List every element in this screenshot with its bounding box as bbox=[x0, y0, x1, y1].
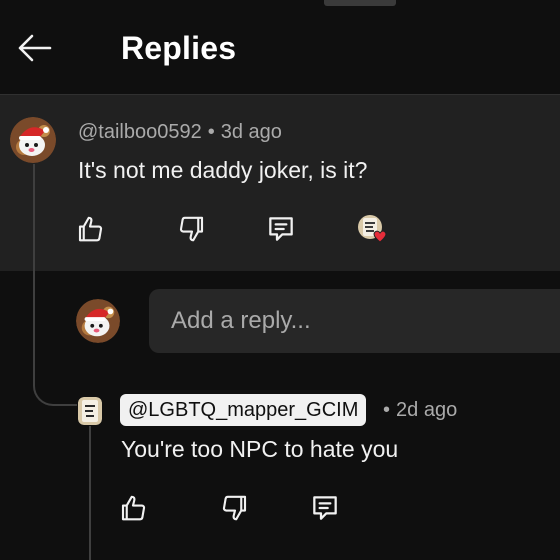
reply-button[interactable] bbox=[261, 209, 301, 249]
comment-text: It's not me daddy joker, is it? bbox=[78, 157, 368, 183]
reply-avatar[interactable] bbox=[78, 397, 102, 425]
reply-meta: • 2d ago bbox=[383, 399, 458, 421]
back-arrow-icon bbox=[18, 34, 52, 62]
like-icon bbox=[121, 495, 146, 521]
dislike-button[interactable] bbox=[172, 209, 212, 249]
reply-icon bbox=[269, 217, 293, 241]
thread-line bbox=[33, 164, 35, 370]
creator-heart[interactable] bbox=[352, 209, 392, 249]
like-button[interactable] bbox=[70, 209, 110, 249]
reply-text: You're too NPC to hate you bbox=[121, 436, 399, 462]
thread-line bbox=[89, 426, 91, 560]
dislike-icon bbox=[222, 495, 247, 521]
current-user-avatar bbox=[76, 299, 120, 343]
like-icon bbox=[78, 216, 103, 242]
reply-input[interactable] bbox=[171, 307, 551, 335]
page-title: Replies bbox=[121, 30, 237, 66]
author-handle[interactable]: @tailboo0592 bbox=[78, 121, 202, 143]
reply-dislike-button[interactable] bbox=[215, 488, 255, 528]
reply-author-handle[interactable]: @LGBTQ_mapper_GCIM bbox=[120, 394, 367, 426]
creator-heart-icon bbox=[358, 215, 387, 243]
screen: Replies @tailboo0592 • 3d ago It's not me … bbox=[0, 0, 560, 560]
timestamp: 3d ago bbox=[220, 121, 282, 143]
reply-reply-button[interactable] bbox=[305, 488, 345, 528]
drag-handle[interactable] bbox=[324, 0, 396, 6]
highlighted-comment: @tailboo0592 • 3d ago It's not me daddy jo… bbox=[0, 94, 560, 271]
thread-connector bbox=[33, 370, 77, 406]
reply-icon bbox=[313, 496, 337, 520]
avatar[interactable] bbox=[10, 117, 56, 163]
header: Replies bbox=[0, 0, 560, 94]
dislike-icon bbox=[179, 216, 204, 242]
reply-like-button[interactable] bbox=[113, 488, 153, 528]
reply-input-container[interactable] bbox=[149, 289, 560, 353]
reply-timestamp: 2d ago bbox=[396, 399, 458, 421]
comment-meta: @tailboo0592 • 3d ago bbox=[78, 121, 282, 143]
back-button[interactable] bbox=[14, 30, 54, 66]
